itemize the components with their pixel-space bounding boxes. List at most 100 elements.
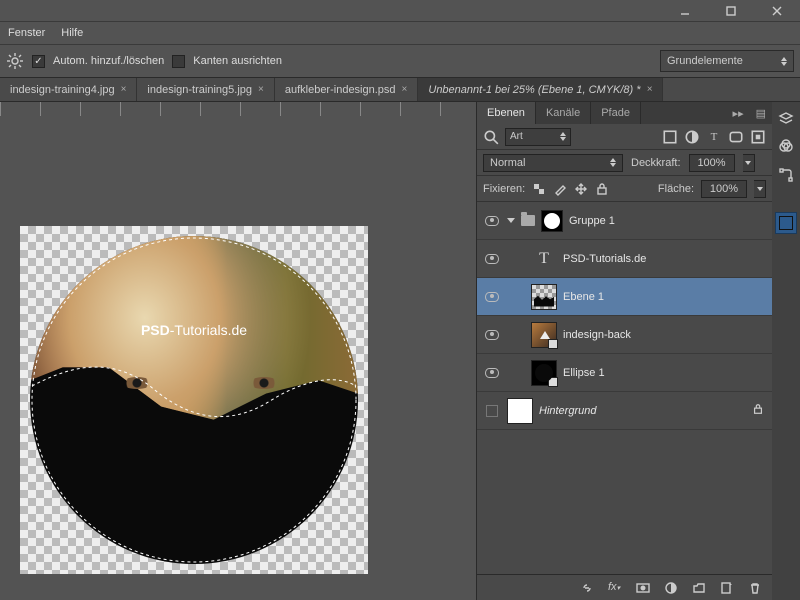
fill-label: Fläche: xyxy=(658,183,694,195)
layer-thumb[interactable] xyxy=(531,322,557,348)
mask-icon[interactable] xyxy=(636,581,650,595)
paths-panel-icon[interactable] xyxy=(775,164,797,186)
opacity-value[interactable]: 100% xyxy=(689,154,735,172)
document-tab[interactable]: aufkleber-indesign.psd× xyxy=(275,78,419,101)
panel-menu-icon[interactable]: ▤ xyxy=(750,102,772,124)
layer-row-group[interactable]: Gruppe 1 xyxy=(477,202,772,240)
layer-row-smart[interactable]: indesign-back xyxy=(477,316,772,354)
layer-thumb[interactable] xyxy=(507,398,533,424)
visibility-toggle[interactable] xyxy=(477,292,507,302)
new-layer-icon[interactable] xyxy=(720,581,734,595)
filter-smart-icon[interactable] xyxy=(750,129,766,145)
tab-kanaele[interactable]: Kanäle xyxy=(536,102,591,124)
menu-hilfe[interactable]: Hilfe xyxy=(61,27,83,39)
artwork-disc: PSD-Tutorials.de xyxy=(30,236,358,564)
lock-fill-row: Fixieren: Fläche: 100% xyxy=(477,176,772,202)
visibility-off-icon xyxy=(486,405,498,417)
layer-name[interactable]: Hintergrund xyxy=(539,405,596,417)
layer-name[interactable]: Ellipse 1 xyxy=(563,367,605,379)
visibility-toggle[interactable] xyxy=(477,368,507,378)
window-close-button[interactable] xyxy=(754,0,800,21)
document-tab[interactable]: indesign-training5.jpg× xyxy=(137,78,274,101)
auto-add-delete-label: Autom. hinzuf./löschen xyxy=(53,55,164,67)
filter-pixel-icon[interactable] xyxy=(662,129,678,145)
smart-object-badge-icon xyxy=(548,339,558,349)
window-titlebar xyxy=(0,0,800,22)
blend-opacity-row: Normal Deckkraft: 100% xyxy=(477,150,772,176)
visibility-toggle[interactable] xyxy=(477,216,507,226)
eye-icon xyxy=(485,254,499,264)
layer-name[interactable]: Ebene 1 xyxy=(563,291,604,303)
visibility-toggle[interactable] xyxy=(477,254,507,264)
layer-thumb[interactable] xyxy=(531,284,557,310)
tab-pfade[interactable]: Pfade xyxy=(591,102,641,124)
filter-shape-icon[interactable] xyxy=(728,129,744,145)
canvas-area[interactable]: PSD-Tutorials.de xyxy=(0,102,476,600)
close-icon[interactable]: × xyxy=(647,84,653,95)
new-group-icon[interactable] xyxy=(692,581,706,595)
layer-row-shape[interactable]: Ellipse 1 xyxy=(477,354,772,392)
opacity-label: Deckkraft: xyxy=(631,157,681,169)
fill-value[interactable]: 100% xyxy=(701,180,747,198)
layer-row-background[interactable]: Hintergrund xyxy=(477,392,772,430)
lock-all-icon[interactable] xyxy=(595,182,609,196)
window-maximize-button[interactable] xyxy=(708,0,754,21)
visibility-toggle[interactable] xyxy=(477,405,507,417)
filter-adjustment-icon[interactable] xyxy=(684,129,700,145)
document-tab-active[interactable]: Unbenannt-1 bei 25% (Ebene 1, CMYK/8) *× xyxy=(418,78,663,101)
color-panel-icon[interactable] xyxy=(775,212,797,234)
blend-mode-value: Normal xyxy=(490,157,525,169)
fill-stepper[interactable] xyxy=(754,180,766,198)
trash-icon[interactable] xyxy=(748,581,762,595)
chevron-down-icon[interactable] xyxy=(507,218,515,223)
shape-badge-icon xyxy=(548,377,558,387)
close-icon[interactable]: × xyxy=(258,84,264,95)
filter-kind-select[interactable]: Art xyxy=(505,128,571,146)
tool-preset-icon[interactable] xyxy=(6,52,24,70)
lock-icon xyxy=(752,403,764,418)
lock-label: Fixieren: xyxy=(483,183,525,195)
layer-mask-thumb[interactable] xyxy=(541,210,563,232)
artwork-photo xyxy=(30,236,358,564)
menu-fenster[interactable]: Fenster xyxy=(8,27,45,39)
align-edges-checkbox[interactable] xyxy=(172,55,185,68)
layer-name[interactable]: Gruppe 1 xyxy=(569,215,615,227)
blend-mode-select[interactable]: Normal xyxy=(483,154,623,172)
tab-ebenen[interactable]: Ebenen xyxy=(477,102,536,124)
layers-panel-footer: fx▾ xyxy=(477,574,772,600)
layer-filter-row: Art T xyxy=(477,124,772,150)
lock-brush-icon[interactable] xyxy=(553,182,567,196)
panel-collapse-icon[interactable]: ▸▸ xyxy=(727,102,750,124)
eye-icon xyxy=(485,368,499,378)
document-canvas[interactable]: PSD-Tutorials.de xyxy=(20,226,368,574)
layer-name[interactable]: indesign-back xyxy=(563,329,631,341)
layer-thumb[interactable] xyxy=(531,360,557,386)
type-icon: T xyxy=(531,250,557,268)
menu-bar: Fenster Hilfe xyxy=(0,22,800,44)
workspace-preset-dropdown[interactable]: Grundelemente xyxy=(660,50,794,72)
workspace-preset-value: Grundelemente xyxy=(667,55,743,67)
filter-type-icon[interactable]: T xyxy=(706,129,722,145)
adjustment-layer-icon[interactable] xyxy=(664,581,678,595)
auto-add-delete-checkbox[interactable] xyxy=(32,55,45,68)
eye-icon xyxy=(485,330,499,340)
align-edges-label: Kanten ausrichten xyxy=(193,55,282,67)
layer-row-text[interactable]: T PSD-Tutorials.de xyxy=(477,240,772,278)
layer-name[interactable]: PSD-Tutorials.de xyxy=(563,253,646,265)
layers-panel-icon[interactable] xyxy=(775,108,797,130)
visibility-toggle[interactable] xyxy=(477,330,507,340)
document-tab[interactable]: indesign-training4.jpg× xyxy=(0,78,137,101)
search-icon[interactable] xyxy=(483,129,499,145)
lock-transparency-icon[interactable] xyxy=(532,182,546,196)
channels-panel-icon[interactable] xyxy=(775,136,797,158)
fx-icon[interactable]: fx▾ xyxy=(608,581,622,595)
lock-position-icon[interactable] xyxy=(574,182,588,196)
window-minimize-button[interactable] xyxy=(662,0,708,21)
close-icon[interactable]: × xyxy=(121,84,127,95)
layers-panel: Ebenen Kanäle Pfade ▸▸ ▤ Art T N xyxy=(476,102,772,600)
close-icon[interactable]: × xyxy=(402,84,408,95)
opacity-stepper[interactable] xyxy=(743,154,755,172)
layer-row-raster[interactable]: Ebene 1 xyxy=(477,278,772,316)
eye-icon xyxy=(485,292,499,302)
link-layers-icon[interactable] xyxy=(580,581,594,595)
